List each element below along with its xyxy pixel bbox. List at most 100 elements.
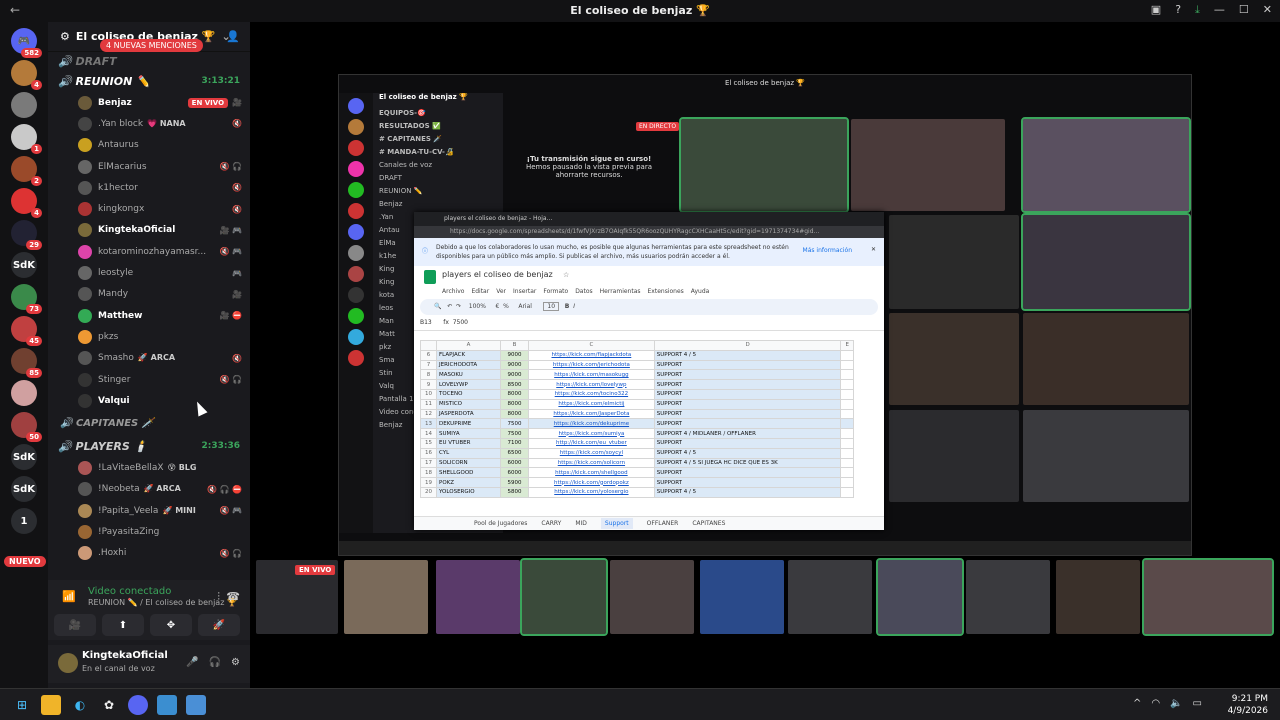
table-cell[interactable]: SUPPORT bbox=[653, 379, 842, 390]
table-cell[interactable]: https://kick.com/yolosergio bbox=[528, 486, 655, 498]
video-tile[interactable] bbox=[679, 117, 849, 213]
table-cell[interactable]: 8500 bbox=[499, 379, 530, 390]
table-cell[interactable]: 7100 bbox=[499, 437, 530, 449]
disconnect-icon[interactable]: ☎ bbox=[226, 590, 240, 603]
table-cell[interactable]: 8000 bbox=[499, 408, 530, 420]
table-cell[interactable]: 10 bbox=[420, 388, 437, 400]
table-cell[interactable]: 6000 bbox=[499, 467, 530, 479]
server-icon[interactable]: SdK bbox=[11, 476, 37, 502]
server-icon[interactable]: 45 bbox=[11, 316, 42, 346]
participant-tile[interactable] bbox=[788, 560, 872, 634]
discord-icon[interactable] bbox=[128, 695, 148, 715]
mic-icon[interactable]: 🎤 bbox=[186, 657, 198, 668]
star-icon[interactable]: ☆ bbox=[563, 271, 569, 279]
table-cell[interactable]: 7500 bbox=[499, 428, 530, 439]
camera-button[interactable]: 🎥 bbox=[54, 614, 96, 636]
voice-channel[interactable]: REUNION ✏️ / El coliseo de benjaz 🏆 bbox=[88, 598, 237, 607]
server-icon[interactable]: 73 bbox=[11, 284, 42, 314]
table-cell[interactable]: 5800 bbox=[499, 486, 530, 498]
server-icon[interactable]: 4 bbox=[11, 188, 42, 218]
table-cell[interactable]: LOVELYWP bbox=[436, 379, 501, 390]
windows-start-icon[interactable]: ⊞ bbox=[12, 695, 32, 715]
participant-tile[interactable] bbox=[610, 560, 694, 634]
table-cell[interactable]: https://kick.com/sumiya bbox=[528, 428, 655, 439]
search-icon[interactable]: 🔍 bbox=[434, 303, 441, 310]
voice-user[interactable]: Valqui bbox=[48, 390, 250, 411]
table-cell[interactable]: 18 bbox=[420, 467, 437, 479]
table-cell[interactable] bbox=[840, 359, 854, 371]
table-cell[interactable]: 6500 bbox=[499, 447, 530, 459]
voice-user[interactable]: .Yan block 💗 NANA 🔇 bbox=[48, 113, 250, 134]
table-cell[interactable]: SUPPORT 4 / 5 bbox=[653, 447, 842, 459]
server-icon[interactable] bbox=[11, 380, 37, 406]
table-cell[interactable]: JERICHODOTA bbox=[436, 359, 501, 371]
column-header[interactable]: C bbox=[528, 340, 655, 351]
inbox-icon[interactable]: ▣ bbox=[1151, 3, 1161, 17]
video-tile[interactable] bbox=[1021, 213, 1191, 311]
participant-tile[interactable] bbox=[344, 560, 428, 634]
voice-user[interactable]: kingkongx 🔇 bbox=[48, 198, 250, 219]
table-cell[interactable]: 9000 bbox=[499, 349, 530, 361]
table-cell[interactable]: SUPPORT bbox=[653, 467, 842, 479]
menu-item[interactable]: Archivo bbox=[442, 288, 464, 295]
signal-icon[interactable]: 📶 bbox=[62, 590, 76, 603]
menu-item[interactable]: Formato bbox=[543, 288, 568, 295]
table-cell[interactable]: 8000 bbox=[499, 388, 530, 400]
table-cell[interactable] bbox=[840, 457, 854, 469]
table-cell[interactable]: SUPPORT bbox=[653, 477, 842, 488]
close-icon[interactable]: ✕ bbox=[871, 246, 876, 253]
video-tile[interactable] bbox=[889, 215, 1019, 309]
server-icon[interactable]: 🎮 582 bbox=[11, 28, 42, 58]
table-cell[interactable] bbox=[840, 428, 854, 439]
table-cell[interactable]: 17 bbox=[420, 457, 437, 469]
chevron-up-icon[interactable]: ^ bbox=[1133, 698, 1141, 709]
sheet-tab[interactable]: CAPITANES bbox=[692, 520, 725, 527]
voice-user[interactable]: Mandy 🎥 bbox=[48, 284, 250, 305]
table-cell[interactable]: 6000 bbox=[499, 457, 530, 469]
video-tile[interactable] bbox=[1023, 410, 1189, 502]
table-cell[interactable]: https://kick.com/masokugg bbox=[528, 369, 655, 381]
table-cell[interactable]: https://kick.com/dekuprime bbox=[528, 418, 655, 430]
table-cell[interactable]: https://kick.com/elmictij bbox=[528, 398, 655, 410]
maximize-button[interactable]: ☐ bbox=[1239, 3, 1249, 17]
table-cell[interactable]: 7 bbox=[420, 359, 437, 371]
table-cell[interactable] bbox=[840, 349, 854, 361]
table-cell[interactable]: https://kick.com/solicorn bbox=[528, 457, 655, 469]
volume-icon[interactable]: 🔈 bbox=[1170, 698, 1182, 709]
menu-item[interactable]: Datos bbox=[575, 288, 592, 295]
table-cell[interactable] bbox=[840, 486, 854, 498]
bold-button[interactable]: B bbox=[565, 303, 570, 310]
voice-user[interactable]: !Neobeta 🚀 ARCA 🔇 🎧 ⛔ bbox=[48, 479, 250, 500]
voice-user[interactable]: !PayasitaZing bbox=[48, 521, 250, 542]
font-select[interactable]: Arial bbox=[518, 303, 532, 310]
table-cell[interactable]: https://kick.com/flapjackdota bbox=[528, 349, 655, 361]
table-cell[interactable] bbox=[840, 379, 854, 390]
table-cell[interactable] bbox=[840, 398, 854, 410]
participant-tile[interactable] bbox=[520, 558, 608, 636]
doc-title[interactable]: players el coliseo de benjaz bbox=[442, 270, 553, 279]
voice-user[interactable]: KingtekaOficial 🎥 🎮 bbox=[48, 220, 250, 241]
voice-user[interactable]: Matthew 🎥 ⛔ bbox=[48, 305, 250, 326]
table-cell[interactable]: https://kick.com/shellgood bbox=[528, 467, 655, 479]
table-cell[interactable]: SOLICORN bbox=[436, 457, 501, 469]
font-size-input[interactable]: 10 bbox=[543, 302, 560, 311]
download-icon[interactable]: ⤓ bbox=[1195, 3, 1200, 17]
server-icon[interactable]: 50 bbox=[11, 412, 42, 442]
table-cell[interactable]: 6 bbox=[420, 349, 437, 361]
headset-icon[interactable]: 🎧 bbox=[209, 657, 221, 668]
table-cell[interactable]: SUPPORT bbox=[653, 398, 842, 410]
notepad-icon[interactable] bbox=[157, 695, 177, 715]
table-cell[interactable]: SUPPORT bbox=[653, 388, 842, 400]
participant-tile[interactable] bbox=[1142, 558, 1274, 636]
server-icon[interactable]: 1 bbox=[11, 124, 42, 154]
channel-reunion[interactable]: 🔊 REUNION ✏️ 3:13:21 bbox=[48, 70, 250, 92]
table-cell[interactable]: 8 bbox=[420, 369, 437, 381]
soundboard-button[interactable]: 🚀 bbox=[198, 614, 240, 636]
spreadsheet-grid[interactable]: A B C D E 6 FLAPJACK 9000 https://kick.com/flapj… bbox=[420, 340, 854, 498]
table-cell[interactable]: MASOKU bbox=[436, 369, 501, 381]
video-tile[interactable] bbox=[1021, 117, 1191, 213]
address-bar[interactable]: https://docs.google.com/spreadsheets/d/1… bbox=[414, 226, 884, 238]
browser-window[interactable]: players el coliseo de benjaz - Hoja... h… bbox=[414, 212, 884, 530]
video-tile[interactable] bbox=[1023, 313, 1189, 405]
wifi-icon[interactable]: ◠ bbox=[1151, 698, 1160, 709]
